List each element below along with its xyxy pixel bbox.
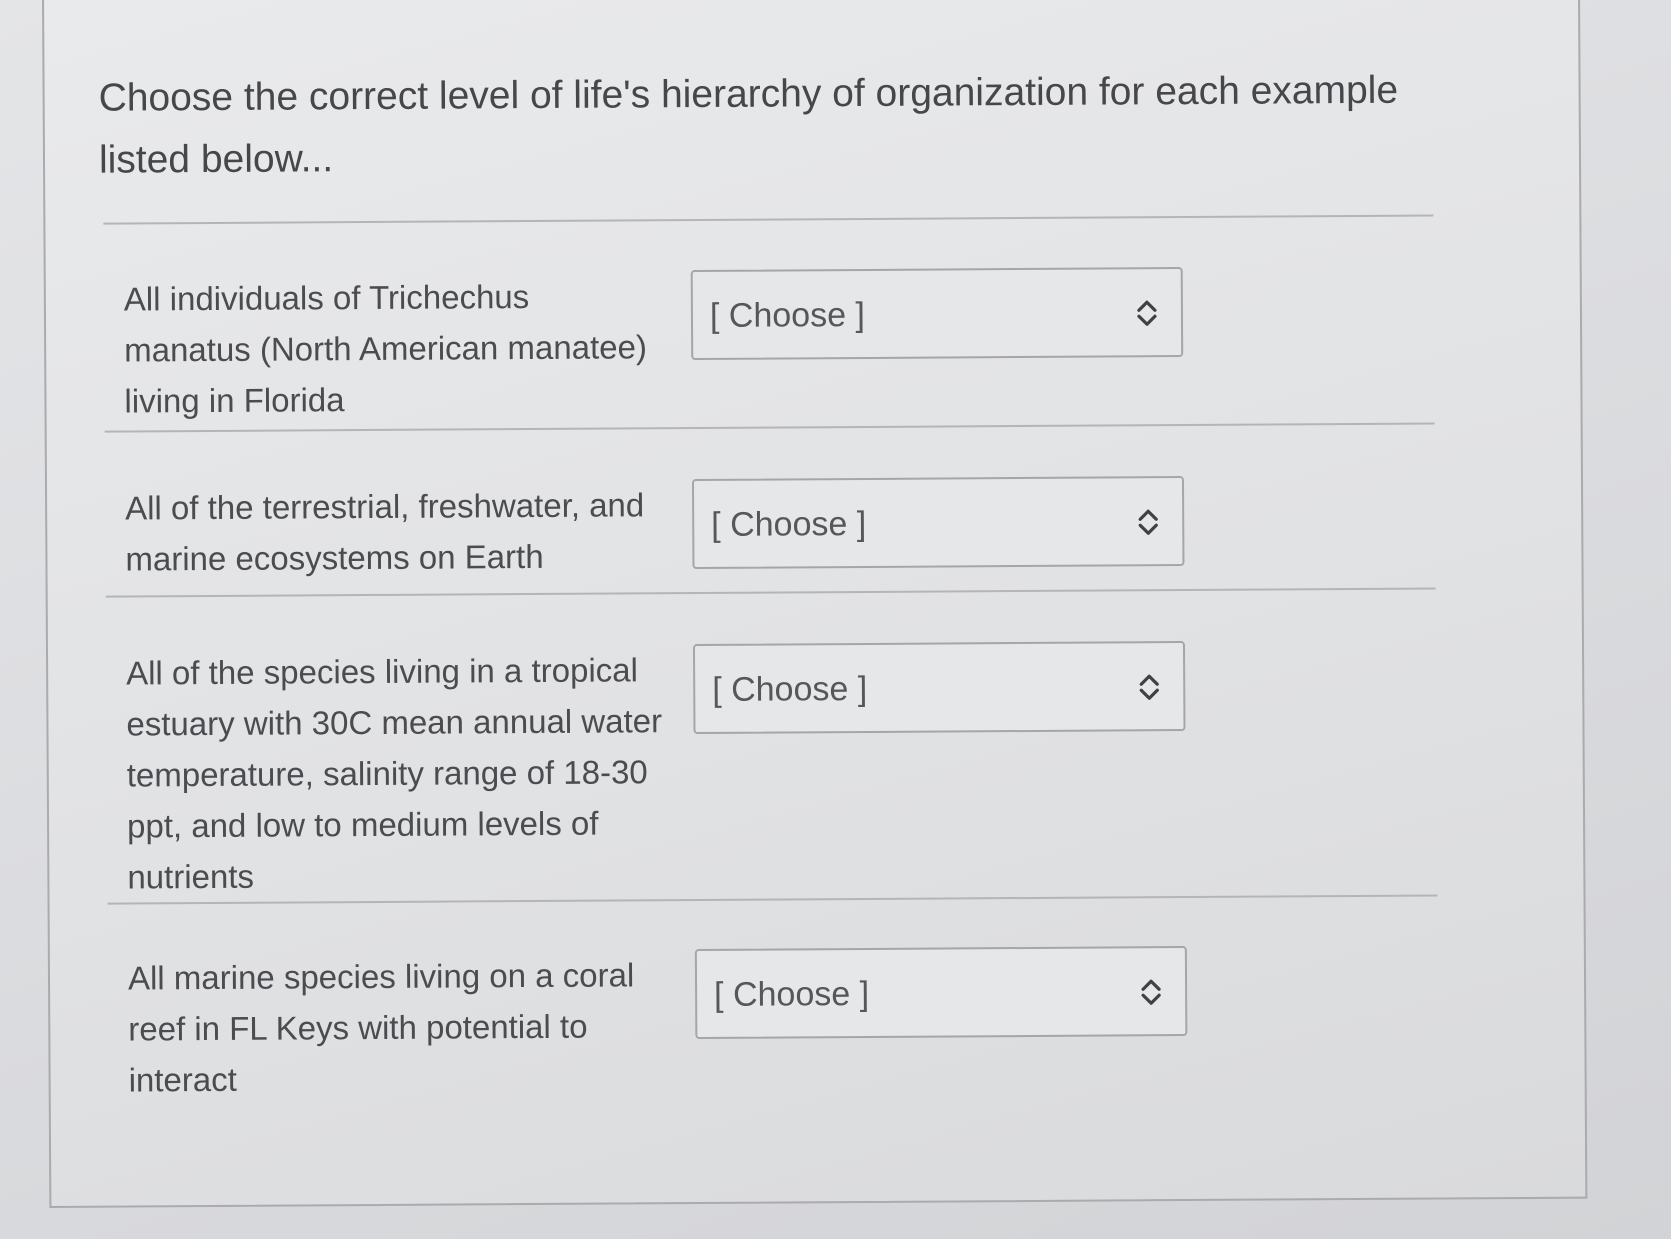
- example-text: All of the species living in a tropical …: [126, 651, 663, 896]
- example-text: All marine species living on a coral ree…: [127, 956, 635, 1099]
- dropdown-value: [ Choose ]: [711, 504, 867, 544]
- dropdown-value: [ Choose ]: [713, 974, 870, 1014]
- up-down-chevron-icon: [1135, 295, 1159, 331]
- up-down-chevron-icon: [1136, 504, 1160, 540]
- answer-row-4: All marine species living on a coral ree…: [108, 944, 1538, 1098]
- example-text: All individuals of Trichechus manatus (N…: [123, 278, 648, 420]
- answer-dropdown[interactable]: [ Choose ]: [690, 267, 1184, 361]
- dropdown-value: [ Choose ]: [712, 669, 868, 709]
- answer-dropdown[interactable]: [ Choose ]: [691, 476, 1185, 570]
- divider: [103, 214, 1434, 225]
- up-down-chevron-icon: [1137, 669, 1161, 705]
- answer-row-2: All of the terrestrial, freshwater, and …: [105, 474, 1535, 578]
- question-card: Choose the correct level of life's hiera…: [42, 0, 1588, 1208]
- answer-dropdown[interactable]: [ Choose ]: [692, 641, 1186, 735]
- divider: [105, 587, 1436, 598]
- answer-row-3: All of the species living in a tropical …: [106, 639, 1536, 895]
- dropdown-value: [ Choose ]: [709, 295, 866, 335]
- question-prompt: Choose the correct level of life's hiera…: [98, 68, 1399, 182]
- answer-dropdown[interactable]: [ Choose ]: [694, 946, 1188, 1040]
- up-down-chevron-icon: [1139, 974, 1163, 1010]
- example-text: All of the terrestrial, freshwater, and …: [125, 486, 645, 578]
- answer-row-1: All individuals of Trichechus manatus (N…: [104, 265, 1534, 420]
